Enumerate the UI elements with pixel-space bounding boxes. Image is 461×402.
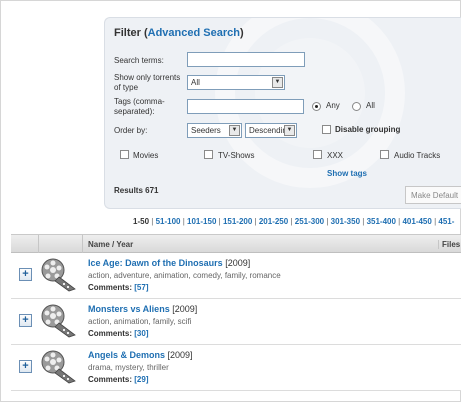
movie-comments: Comments: [30] [88,329,148,338]
xxx-checkbox[interactable] [313,150,322,159]
page-link[interactable]: 101-150 [187,217,216,226]
page-link[interactable]: 401-450 [402,217,431,226]
movie-title: Monsters vs Aliens [2009] [88,304,197,314]
film-reel-icon [41,258,76,292]
torrent-type-select[interactable]: All ▼ [187,75,285,90]
page-link[interactable]: 201-250 [259,217,288,226]
tv-shows-checkbox[interactable] [204,150,213,159]
filter-heading: Filter [114,27,141,39]
tags-label: Tags (comma-separated): [114,97,165,116]
header-thumb-col [39,235,83,253]
movies-checkbox[interactable] [120,150,129,159]
comments-label: Comments: [88,283,133,292]
movie-title-link[interactable]: Ice Age: Dawn of the Dinosaurs [88,258,223,268]
name-year-header[interactable]: Name / Year [88,240,133,249]
table-header: Name / Year Files [11,234,461,253]
chevron-down-icon: ▼ [229,125,240,136]
comments-label: Comments: [88,375,133,384]
movie-title-link[interactable]: Monsters vs Aliens [88,304,170,314]
chevron-down-icon: ▼ [272,77,283,88]
movie-title: Ice Age: Dawn of the Dinosaurs [2009] [88,258,250,268]
page-link[interactable]: 51-100 [156,217,181,226]
plus-icon[interactable]: + [19,360,32,373]
torrent-type-label: Show only torrents of type [114,73,181,92]
tags-all-radio[interactable] [352,102,361,111]
tags-input[interactable] [187,99,304,114]
page-link[interactable]: 351-400 [367,217,396,226]
header-expand-col [11,235,39,253]
page-frame: Filter (Advanced Search) Search terms: S… [0,0,461,402]
disable-grouping-checkbox[interactable] [322,125,331,134]
chevron-down-icon: ▼ [284,125,295,136]
tv-shows-label: TV-Shows [218,151,255,160]
order-field-value: Seeders [191,126,221,135]
movie-year: [2009] [225,258,251,268]
torrent-type-value: All [191,78,200,87]
table-row[interactable]: + Monsters vs Aliens [2009] action, anim… [11,299,461,345]
order-by-label: Order by: [114,126,148,135]
comments-link[interactable]: [29] [134,375,148,384]
movie-genres: action, animation, family, scifi [88,317,192,326]
advanced-search-link[interactable]: Advanced Search [148,27,240,39]
results-count: Results 671 [114,186,159,195]
movies-label: Movies [133,151,159,160]
make-default-button[interactable]: Make Default [405,186,461,204]
search-input[interactable] [187,52,305,67]
movie-title-link[interactable]: Angels & Demons [88,350,165,360]
order-direction-select[interactable]: Descending ▼ [245,123,297,138]
show-tags-link[interactable]: Show tags [327,169,367,178]
search-terms-label: Search terms: [114,56,164,65]
plus-icon[interactable]: + [19,314,32,327]
tags-any-radio[interactable] [312,102,321,111]
order-field-select[interactable]: Seeders ▼ [187,123,242,138]
movie-comments: Comments: [57] [88,283,148,292]
xxx-label: XXX [327,151,344,160]
movie-title: Angels & Demons [2009] [88,350,193,360]
movie-genres: action, adventure, animation, comedy, fa… [88,271,281,280]
page-link[interactable]: 451- [438,217,454,226]
tags-all-label: All [366,101,375,110]
filter-title: Filter (Advanced Search) [114,27,244,39]
comments-label: Comments: [88,329,133,338]
film-reel-icon [41,304,76,338]
table-row[interactable]: + Angels & Demons [2009] drama, mystery,… [11,345,461,391]
table-row[interactable]: + Ice Age: Dawn of the Dinosaurs [2009] … [11,253,461,299]
audio-tracks-label: Audio Tracks [394,151,441,160]
comments-link[interactable]: [30] [134,329,148,338]
page-current: 1-50 [133,217,150,226]
page-link[interactable]: 301-350 [331,217,360,226]
files-header[interactable]: Files [438,240,460,249]
movie-year: [2009] [167,350,193,360]
comments-link[interactable]: [57] [134,283,148,292]
movie-genres: drama, mystery, thriller [88,363,169,372]
film-reel-icon [41,350,76,384]
tags-any-label: Any [326,101,340,110]
movie-comments: Comments: [29] [88,375,148,384]
disable-grouping-label: Disable grouping [335,125,401,134]
pagination: 1-50 | 51-100 | 101-150 | 151-200 | 201-… [133,217,454,226]
plus-icon[interactable]: + [19,268,32,281]
page-link[interactable]: 151-200 [223,217,252,226]
audio-tracks-checkbox[interactable] [380,150,389,159]
movie-year: [2009] [172,304,198,314]
page-link[interactable]: 251-300 [295,217,324,226]
filter-panel: Filter (Advanced Search) Search terms: S… [104,17,461,209]
